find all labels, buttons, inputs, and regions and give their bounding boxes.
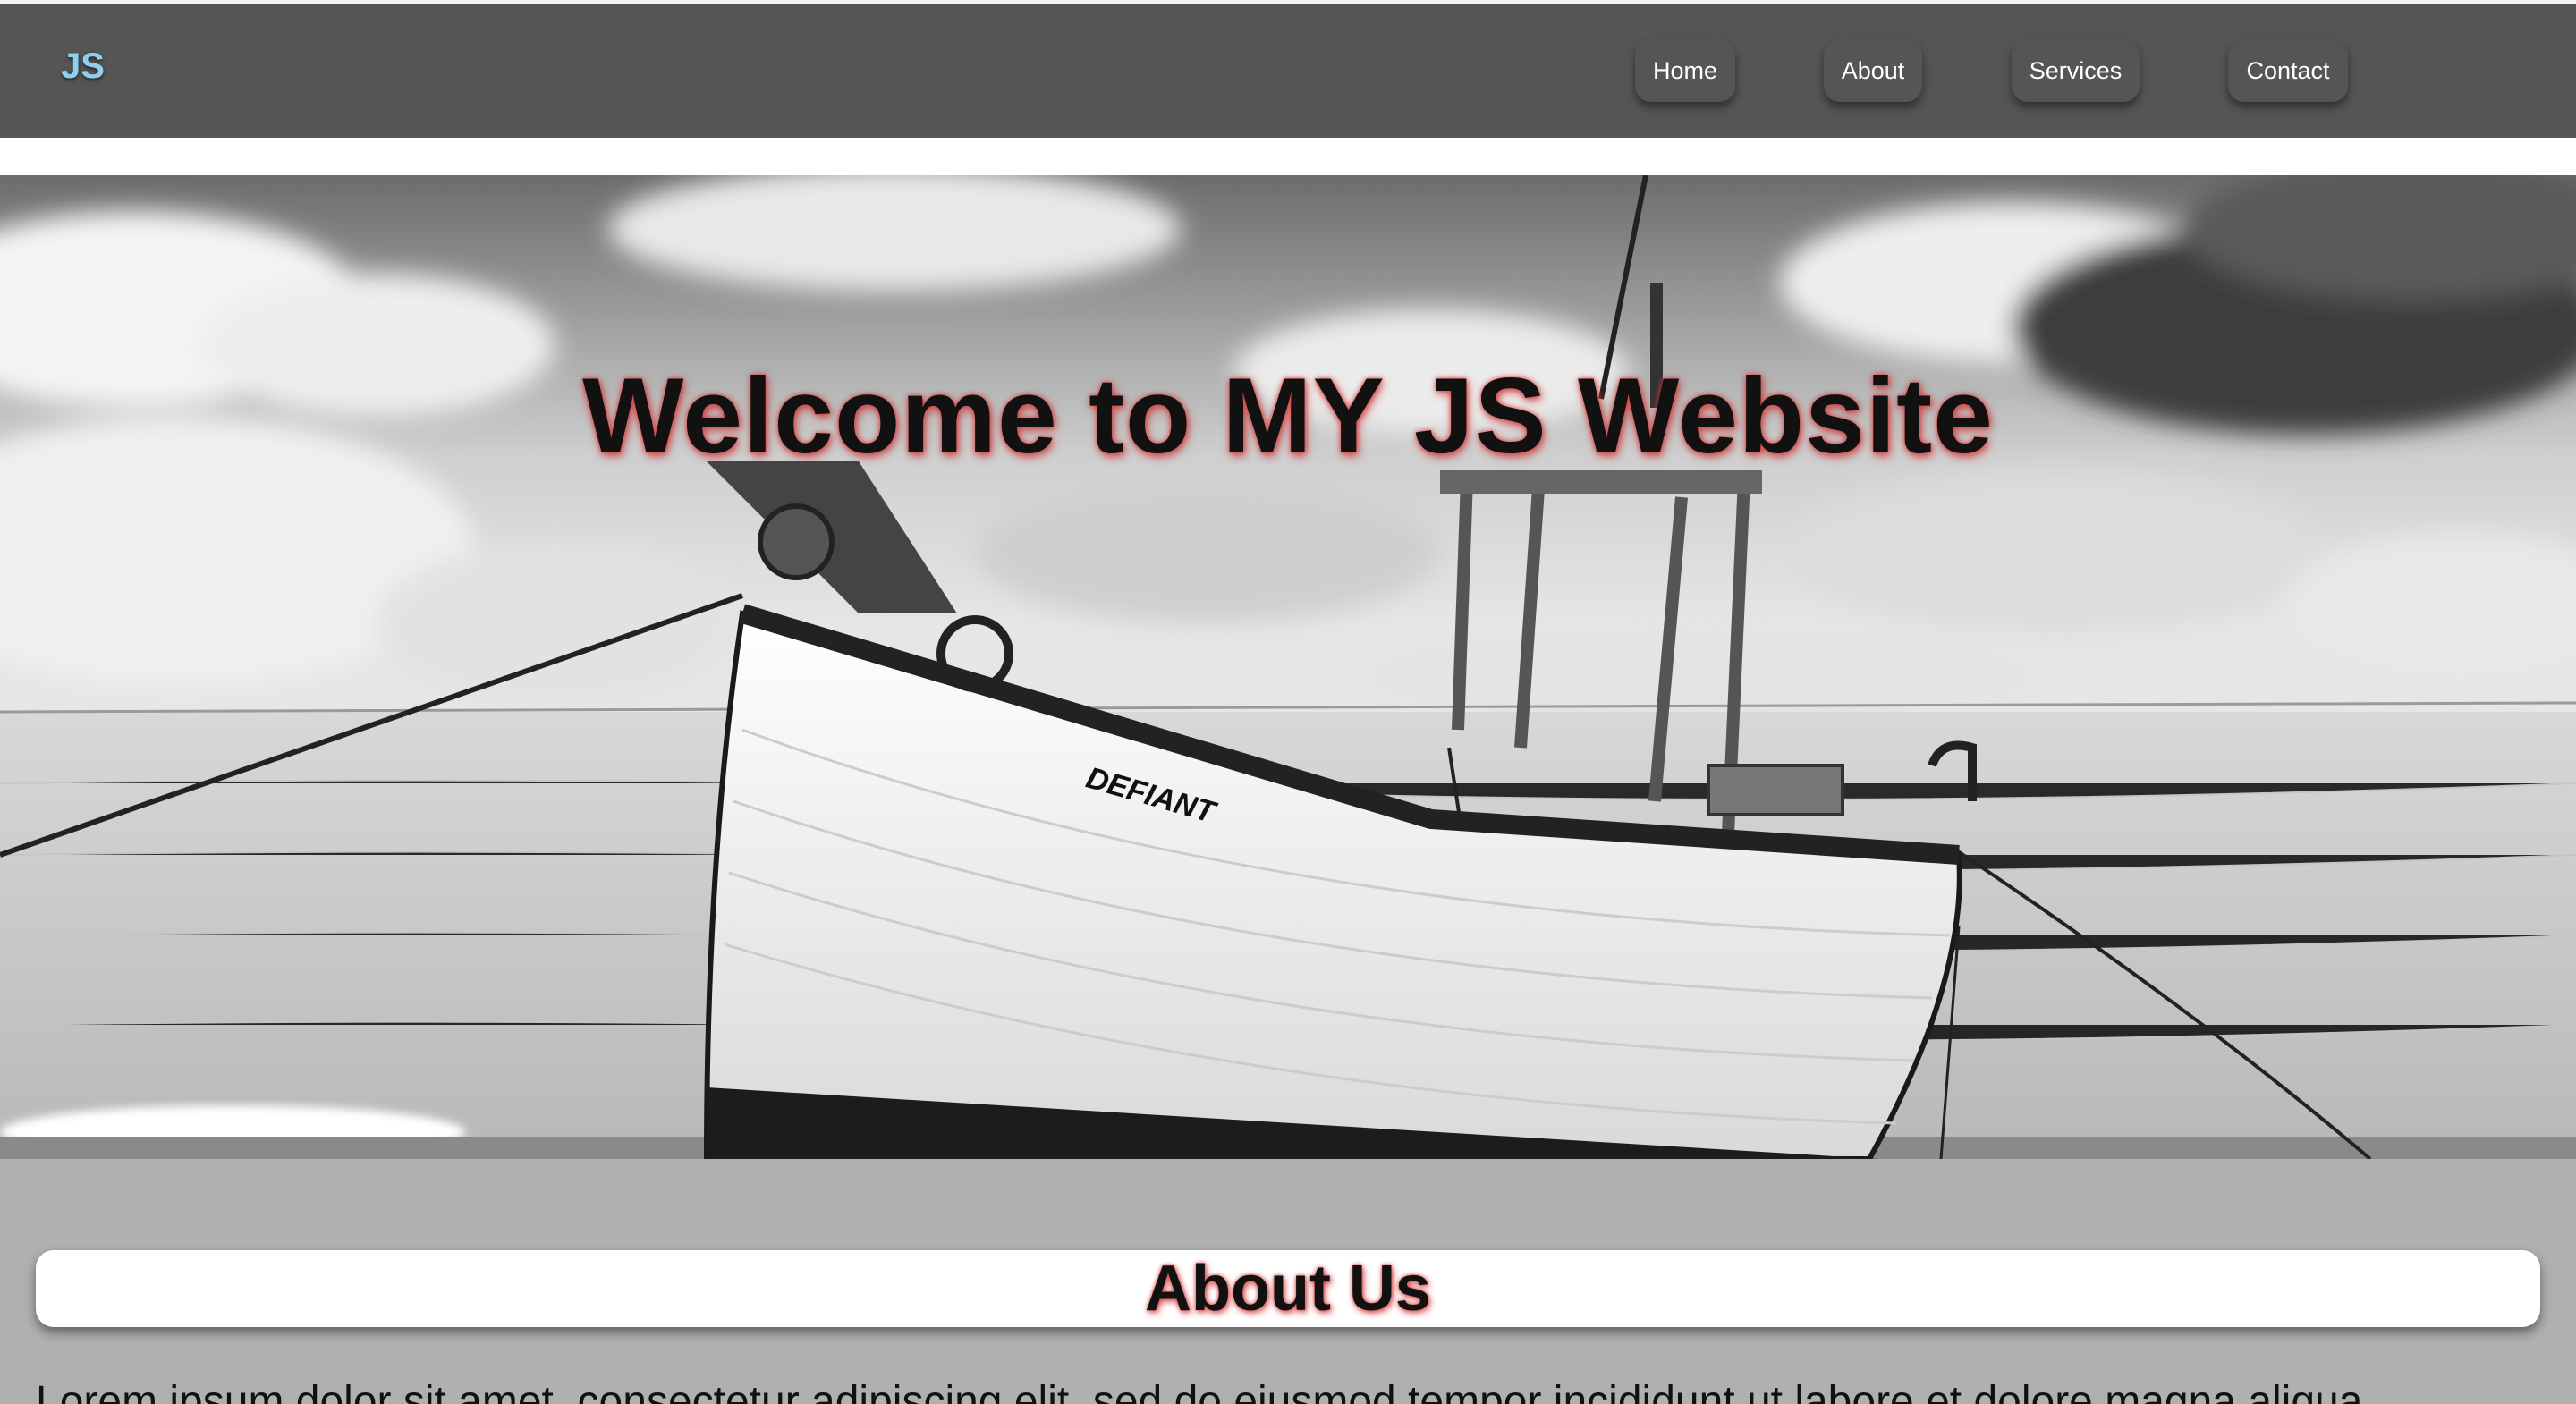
nav-contact-button[interactable]: Contact: [2228, 39, 2348, 102]
nav-home-button[interactable]: Home: [1635, 39, 1735, 102]
nav-services-button[interactable]: Services: [2012, 39, 2140, 102]
hero-section: DEFIANT Welcome to MY JS Website: [0, 175, 2576, 1159]
about-heading-card: About Us: [36, 1250, 2540, 1327]
page: JS Home About Services Contact DEFIANT W…: [0, 0, 2576, 1404]
about-paragraph: Lorem ipsum dolor sit amet, consectetur …: [36, 1378, 2375, 1404]
hero-title: Welcome to MY JS Website: [582, 356, 1994, 476]
nav-about-button[interactable]: About: [1824, 39, 1922, 102]
navbar: JS Home About Services Contact: [0, 4, 2576, 138]
hero-image-boat: DEFIANT: [0, 175, 2576, 1159]
spacer: [0, 138, 2576, 175]
site-logo[interactable]: JS: [61, 47, 105, 87]
about-heading: About Us: [1145, 1253, 1431, 1324]
